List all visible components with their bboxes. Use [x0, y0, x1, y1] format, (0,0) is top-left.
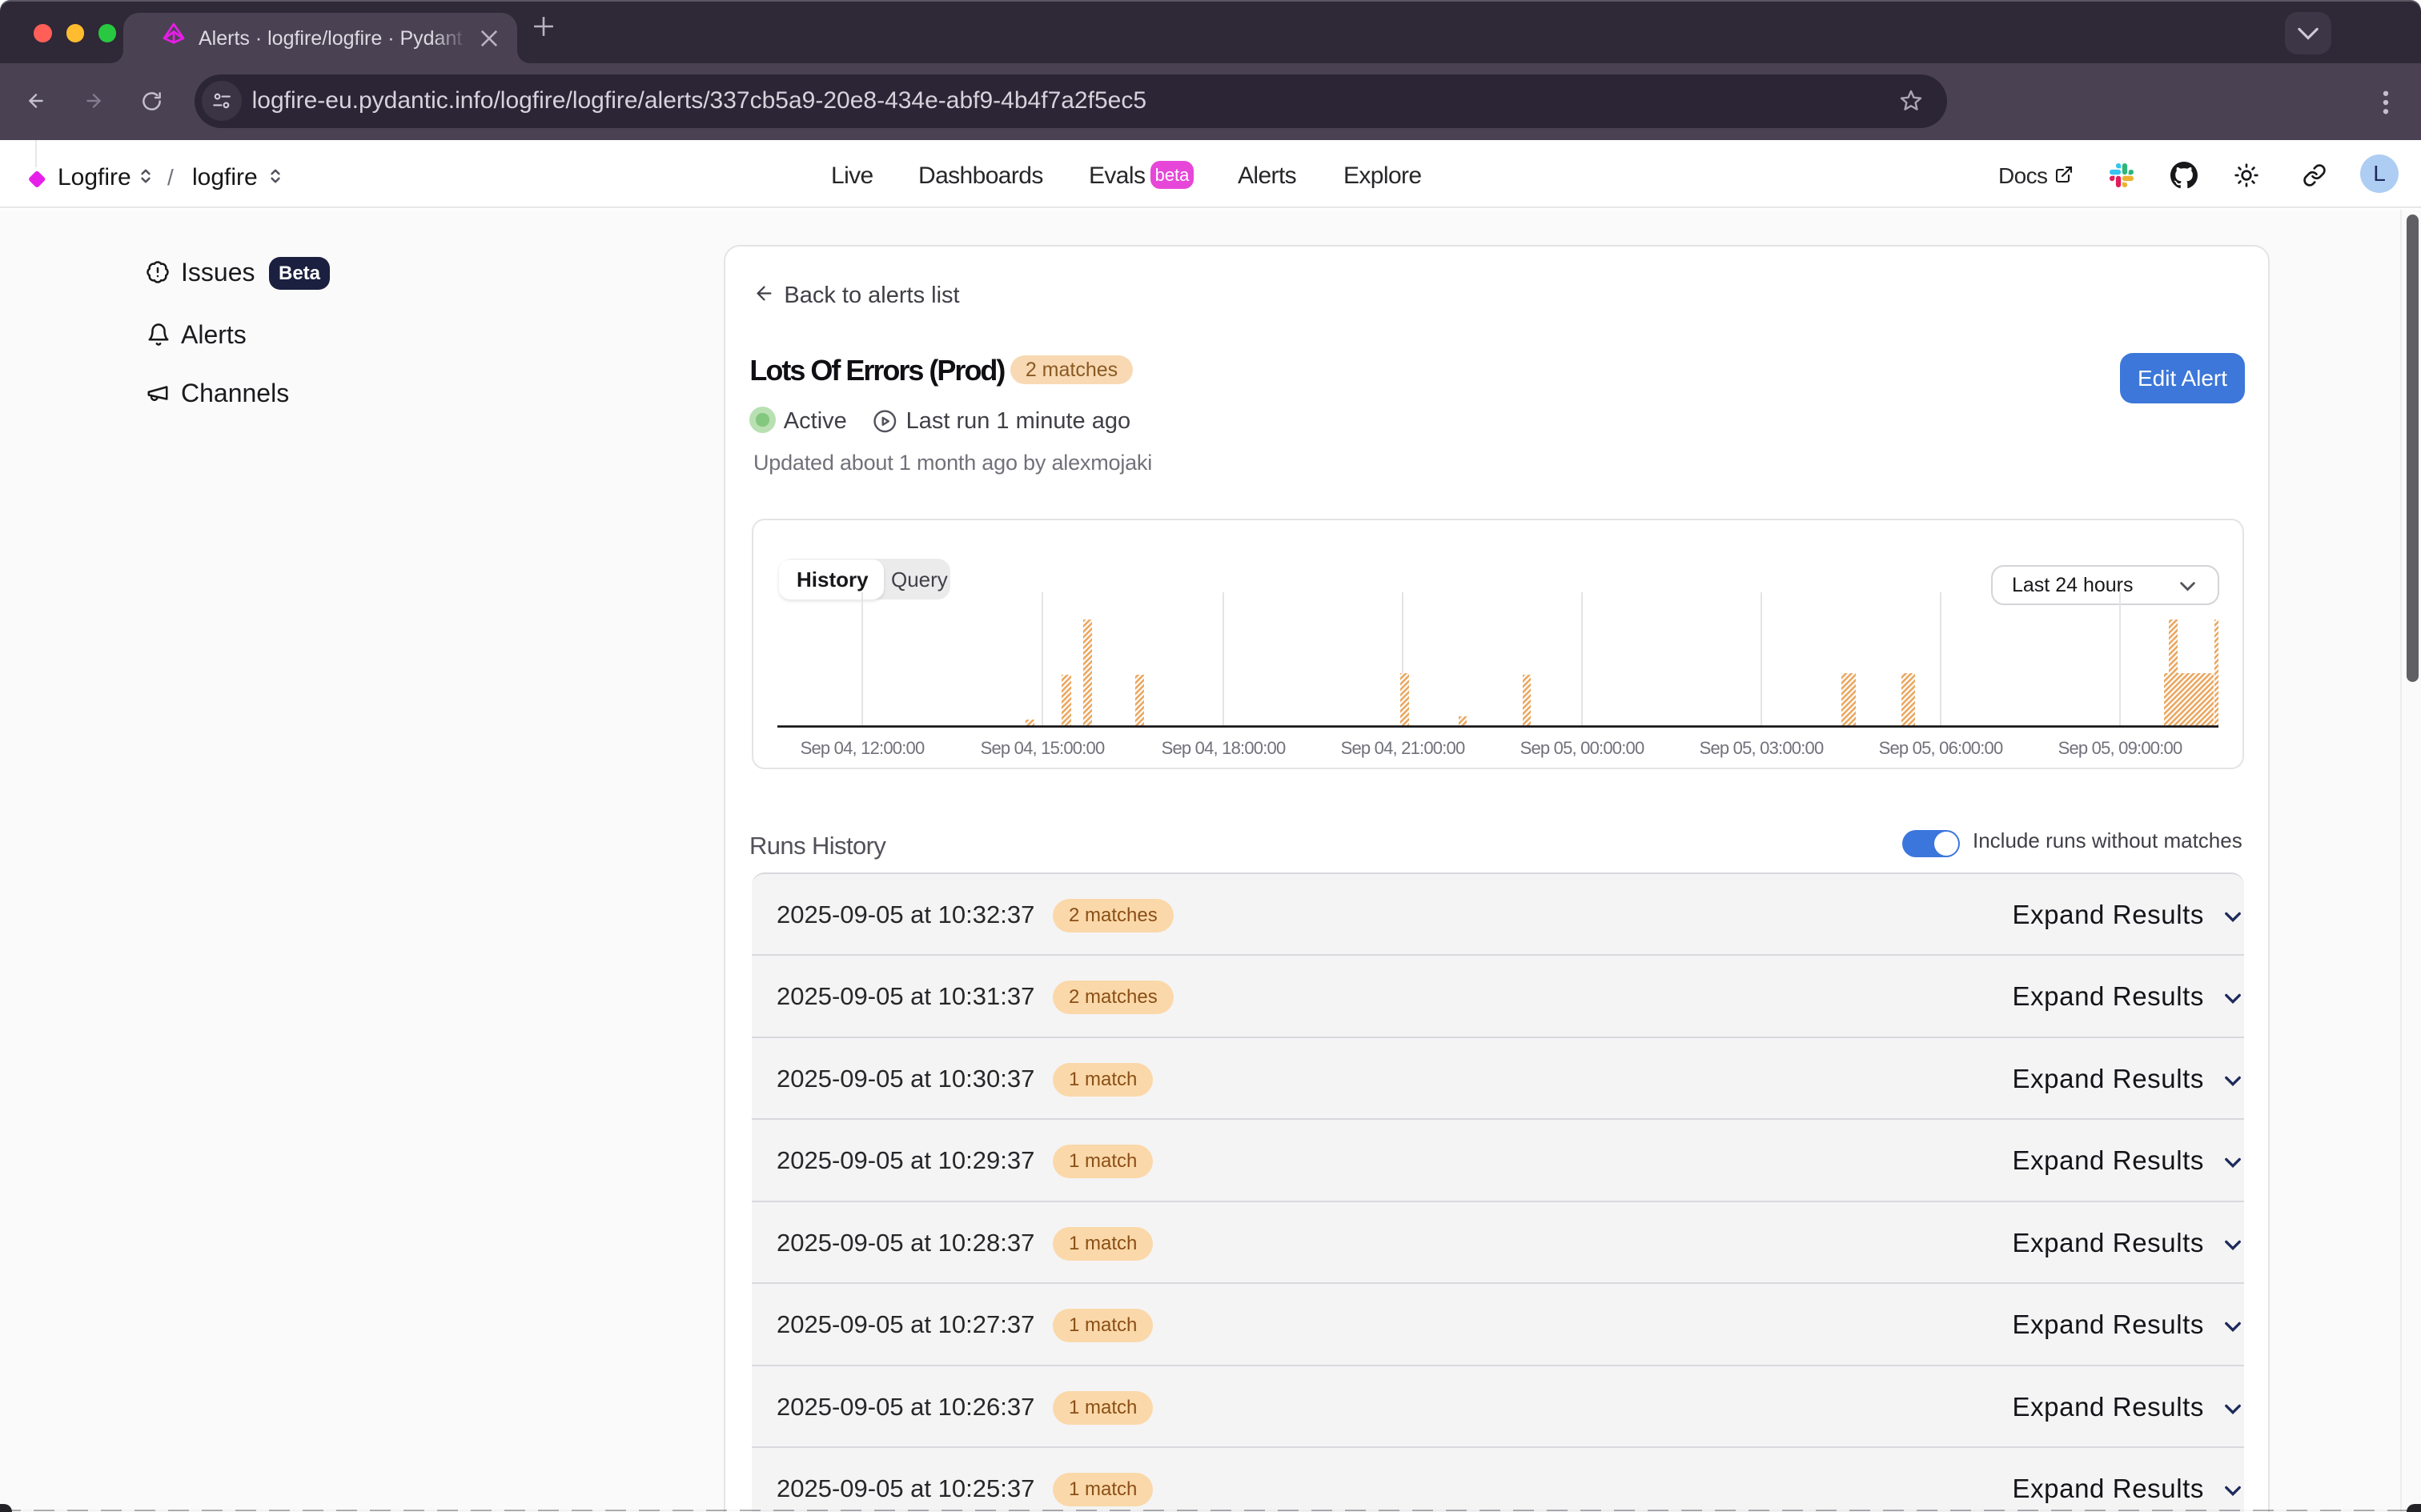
svg-text:Sep 05, 00:00:00: Sep 05, 00:00:00 [1520, 738, 1644, 758]
svg-text:Sep 05, 06:00:00: Sep 05, 06:00:00 [1878, 738, 2002, 758]
svg-text:Sep 05, 09:00:00: Sep 05, 09:00:00 [2058, 738, 2182, 758]
svg-text:Sep 05, 03:00:00: Sep 05, 03:00:00 [1699, 738, 1823, 758]
svg-text:Sep 04, 18:00:00: Sep 04, 18:00:00 [1161, 738, 1285, 758]
svg-text:Sep 04, 12:00:00: Sep 04, 12:00:00 [800, 738, 924, 758]
svg-text:Sep 04, 21:00:00: Sep 04, 21:00:00 [1340, 738, 1464, 758]
svg-text:Sep 04, 15:00:00: Sep 04, 15:00:00 [980, 738, 1104, 758]
